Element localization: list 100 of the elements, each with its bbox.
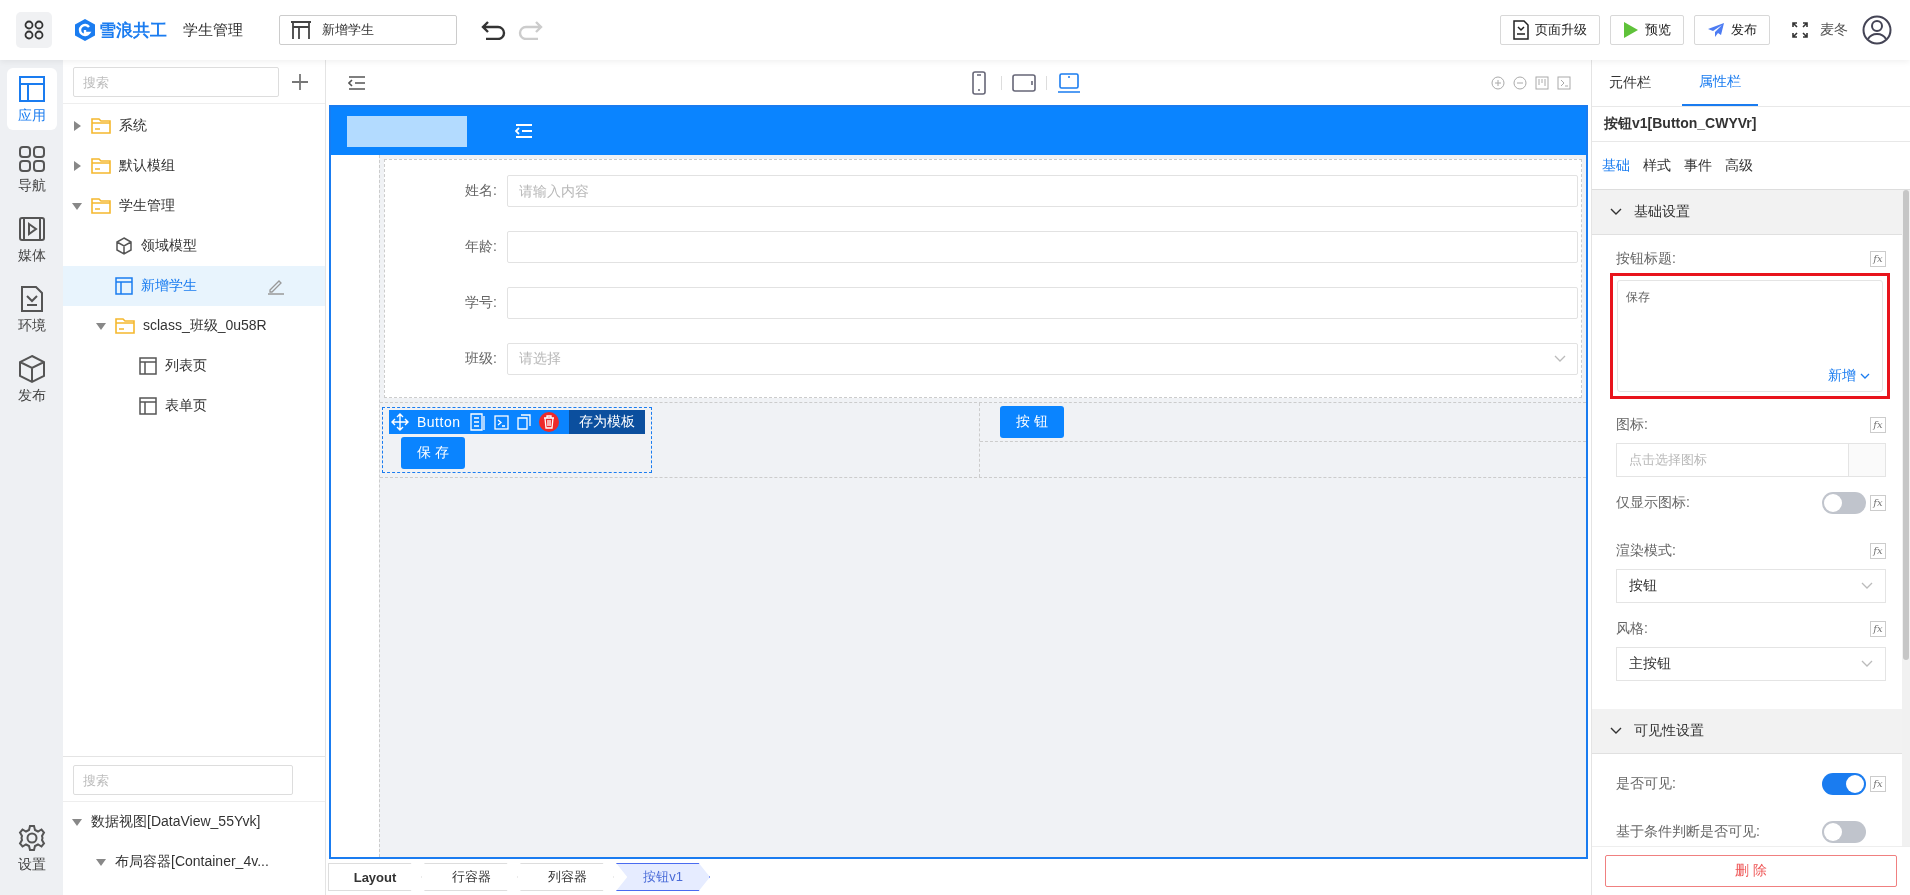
field-label: 渲染模式: <box>1616 542 1676 560</box>
section-header[interactable]: 基础设置 <box>1592 190 1902 235</box>
play-icon <box>1623 21 1639 39</box>
field-label: 按钮标题: <box>1616 250 1676 268</box>
page-icon <box>139 357 157 375</box>
save-button[interactable]: 保 存 <box>401 437 465 469</box>
table-icon <box>290 20 312 40</box>
search-field[interactable]: 搜索 <box>73 765 293 795</box>
outline-item[interactable]: 布局容器[Container_4v... <box>63 842 325 882</box>
avatar-icon[interactable] <box>1862 15 1892 45</box>
toggle-switch[interactable] <box>1822 821 1866 843</box>
tree-item[interactable]: 表单页 <box>63 386 325 426</box>
panel-tab[interactable]: 元件栏 <box>1598 60 1662 106</box>
tree-item-label: 领域模型 <box>141 237 197 255</box>
rail-item[interactable]: 应用 <box>6 68 57 130</box>
tree-item[interactable]: 学生管理 <box>63 186 325 226</box>
property-tab[interactable]: 高级 <box>1725 156 1753 175</box>
collapse-icon[interactable] <box>515 123 533 139</box>
chevron-icon <box>1610 208 1622 216</box>
field-label: 班级: <box>464 350 498 368</box>
section-header[interactable]: 可见性设置 <box>1592 709 1902 754</box>
formula-button[interactable]: fx <box>1870 251 1886 267</box>
tree-item-label: 默认模组 <box>119 157 175 175</box>
field-label: 年龄: <box>464 238 498 256</box>
breadcrumb-item[interactable]: Layout <box>328 863 422 891</box>
tree-item[interactable]: 列表页 <box>63 346 325 386</box>
breadcrumb-item[interactable]: 列容器 <box>520 863 614 891</box>
page-icon <box>115 277 133 295</box>
layout-icon <box>16 73 47 104</box>
formula-button[interactable]: fx <box>1870 543 1886 559</box>
settings-icon <box>16 822 47 853</box>
select-field[interactable]: 主按钮 <box>1616 647 1886 681</box>
chevron-icon <box>1861 582 1873 590</box>
property-tab[interactable]: 基础 <box>1602 156 1630 175</box>
title-textarea[interactable]: 保存 新增 <box>1617 280 1883 392</box>
brand-name: 雪浪共工 <box>99 19 167 42</box>
tree-item-label: sclass_班级_0u58R <box>143 317 267 335</box>
input-field[interactable]: 请输入内容 <box>507 175 1578 207</box>
outline-item[interactable]: 数据视图[DataView_55Yvk] <box>63 802 325 842</box>
move-icon[interactable] <box>391 413 409 431</box>
redo-icon[interactable] <box>517 20 543 40</box>
breadcrumb-item[interactable]: 按钮v1 <box>616 863 710 891</box>
formula-button[interactable]: fx <box>1870 417 1886 433</box>
toggle-switch[interactable] <box>1822 492 1866 514</box>
formula-button[interactable]: fx <box>1870 776 1886 792</box>
breadcrumb-item[interactable]: 行容器 <box>424 863 518 891</box>
add-icon[interactable] <box>291 73 309 91</box>
undo-icon[interactable] <box>481 20 507 40</box>
input-field[interactable] <box>507 231 1578 263</box>
folder-icon <box>91 198 111 214</box>
menu-icon[interactable] <box>348 74 366 91</box>
upgrade-button[interactable]: 页面升级 <box>1500 15 1600 45</box>
terminal-icon[interactable] <box>1557 75 1571 90</box>
save-template-button[interactable]: 存为模板 <box>569 410 645 434</box>
tree-item[interactable]: 系统 <box>63 106 325 146</box>
tree-item[interactable]: 默认模组 <box>63 146 325 186</box>
delete-button[interactable]: 删 除 <box>1605 855 1897 887</box>
panel-tab[interactable]: 属性栏 <box>1682 60 1758 106</box>
tree-item-label: 表单页 <box>165 397 207 415</box>
page-select[interactable]: 新增学生 <box>279 15 457 45</box>
input-field[interactable] <box>507 287 1578 319</box>
cube-icon <box>16 353 47 384</box>
tree-item-label: 系统 <box>119 117 147 135</box>
formula-button[interactable]: fx <box>1870 495 1886 511</box>
cube-icon <box>115 237 133 255</box>
page-icon <box>139 397 157 415</box>
canvas-button[interactable]: 按 钮 <box>1000 406 1064 438</box>
fullscreen-icon[interactable] <box>1792 22 1808 38</box>
formula-button[interactable]: fx <box>1870 621 1886 637</box>
settings-item[interactable]: 设置 <box>6 817 57 879</box>
rail-item[interactable]: 环境 <box>6 278 57 340</box>
select-field[interactable]: 按钮 <box>1616 569 1886 603</box>
tree-item-label: 学生管理 <box>119 197 175 215</box>
zoom-out-icon[interactable] <box>1513 75 1527 90</box>
trash-icon[interactable] <box>539 412 560 432</box>
document-icon[interactable] <box>470 413 487 431</box>
rail-item[interactable]: 媒体 <box>6 208 57 270</box>
property-tab[interactable]: 事件 <box>1684 156 1712 175</box>
add-link[interactable]: 新增 <box>1828 367 1870 385</box>
caret-icon <box>95 320 107 332</box>
tree-item-label: 列表页 <box>165 357 207 375</box>
outline-item-label: 数据视图[DataView_55Yvk] <box>91 813 261 831</box>
search-field[interactable]: 搜索 <box>73 67 279 97</box>
property-tab[interactable]: 样式 <box>1643 156 1671 175</box>
rail-item[interactable]: 发布 <box>6 348 57 410</box>
tree-item[interactable]: sclass_班级_0u58R <box>63 306 325 346</box>
apps-button[interactable] <box>16 12 52 48</box>
rail-item[interactable]: 导航 <box>6 138 57 200</box>
zoom-in-icon[interactable] <box>1491 75 1505 90</box>
preview-button[interactable]: 预览 <box>1610 15 1684 45</box>
copy-icon[interactable] <box>517 414 532 430</box>
tree-item[interactable]: 领域模型 <box>63 226 325 266</box>
laptop-icon[interactable] <box>1056 70 1081 95</box>
tree-item[interactable]: 新增学生 <box>63 266 325 306</box>
publish-button[interactable]: 发布 <box>1694 15 1770 45</box>
component-title: 按钮v1[Button_CWYVr] <box>1592 107 1910 142</box>
toggle-switch[interactable] <box>1822 773 1866 795</box>
document-icon <box>1513 20 1529 40</box>
field-label: 学号: <box>464 294 498 312</box>
folder-icon <box>91 158 111 174</box>
